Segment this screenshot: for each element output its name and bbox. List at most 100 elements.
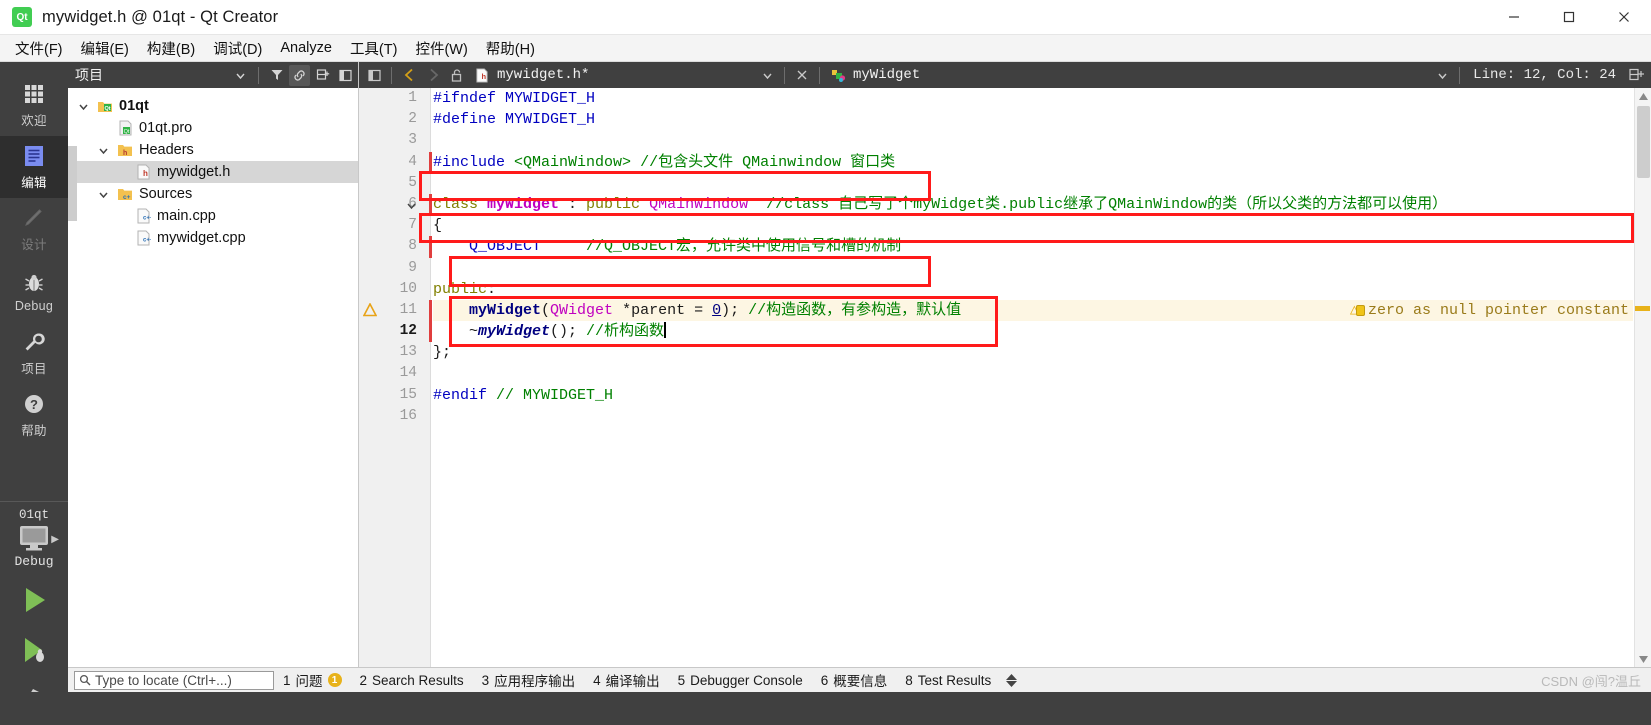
gutter-row[interactable]: 1	[359, 88, 1651, 109]
symbol-selector[interactable]: myWidget	[825, 66, 920, 84]
modified-line-marker	[429, 151, 432, 173]
toolbar-divider	[784, 66, 785, 84]
scrollbar-warning-marker[interactable]	[1635, 306, 1650, 311]
project-pane-scrollbar[interactable]	[68, 146, 77, 221]
minimize-icon[interactable]	[1486, 0, 1541, 34]
menu-file[interactable]: 文件(F)	[6, 35, 72, 62]
line-number: 14	[399, 365, 417, 382]
menu-help[interactable]: 帮助(H)	[477, 35, 544, 62]
gutter-row[interactable]: 2	[359, 109, 1651, 130]
menu-edit[interactable]: 编辑(E)	[72, 35, 138, 62]
gutter-row[interactable]: 7	[359, 215, 1651, 236]
locator-input[interactable]: Type to locate (Ctrl+...)	[74, 670, 274, 690]
fold-marker-icon[interactable]	[406, 198, 417, 216]
editor-symbol-name: myWidget	[853, 67, 921, 83]
tree-item-headers-folder[interactable]: h Headers	[68, 139, 358, 161]
menu-analyze[interactable]: Analyze	[271, 37, 341, 59]
menu-tools[interactable]: 工具(T)	[341, 35, 407, 62]
start-debugging-button[interactable]	[0, 625, 68, 675]
tree-item-pro-file[interactable]: Qt 01qt.pro	[68, 117, 358, 139]
show-sidebar-icon[interactable]	[362, 64, 386, 86]
tree-item-main-cpp[interactable]: c++ main.cpp	[68, 205, 358, 227]
gutter-row[interactable]: 4	[359, 151, 1651, 173]
svg-text:Qt: Qt	[123, 129, 129, 135]
gutter-row[interactable]: 5	[359, 173, 1651, 194]
tree-item-mywidget-h[interactable]: h mywidget.h	[68, 161, 358, 183]
back-arrow-icon[interactable]	[397, 64, 421, 86]
kit-selector[interactable]: 01qt ▶ Debug	[0, 508, 68, 575]
mode-welcome[interactable]: 欢迎	[0, 74, 68, 136]
scroll-down-arrow-icon[interactable]	[1635, 651, 1651, 667]
chevron-down-icon[interactable]	[1430, 64, 1454, 86]
scroll-up-arrow-icon[interactable]	[1635, 88, 1651, 104]
tree-item-sources-folder[interactable]: c+ Sources	[68, 183, 358, 205]
qt-creator-window: mywidget.h @ 01qt - Qt Creator 文件(F) 编辑(…	[0, 0, 1651, 725]
inline-warning-text: △ zero as null pointer constant	[1349, 302, 1629, 319]
chevron-down-icon[interactable]	[76, 101, 91, 112]
menu-build[interactable]: 构建(B)	[138, 35, 204, 62]
line-number: 7	[408, 217, 417, 234]
folder-h-icon: h	[116, 141, 134, 159]
pane-number: 1	[283, 672, 291, 688]
menu-debug[interactable]: 调试(D)	[204, 35, 271, 62]
mode-design-label: 设计	[21, 238, 47, 252]
code-lines[interactable]: 1 2 3 4 5 6 7 8 9 10 11 12 13 14 15 16	[359, 88, 1651, 667]
hide-sidebar-icon[interactable]	[335, 65, 356, 86]
close-x-icon[interactable]	[790, 64, 814, 86]
link-icon[interactable]	[289, 64, 310, 86]
warning-bulb-icon[interactable]	[1356, 305, 1365, 316]
chevron-down-icon[interactable]	[230, 65, 251, 86]
mode-edit[interactable]: 编辑	[0, 136, 68, 198]
unlocked-icon[interactable]	[445, 64, 469, 86]
project-tree[interactable]: Qt 01qt Qt 01qt.pro h Headers h mywidget…	[68, 88, 358, 667]
locator-placeholder: Type to locate (Ctrl+...)	[95, 672, 232, 688]
gutter-row[interactable]: 9	[359, 258, 1651, 279]
output-pane-application-output[interactable]: 3 应用程序输出	[473, 669, 585, 692]
chevron-down-icon[interactable]	[755, 64, 779, 86]
run-button[interactable]	[0, 575, 68, 625]
chevron-down-icon[interactable]	[96, 145, 111, 156]
svg-text:c++: c++	[143, 216, 151, 222]
gutter-row[interactable]: 10	[359, 279, 1651, 300]
gutter-row[interactable]: 13	[359, 342, 1651, 363]
line-number: 3	[408, 132, 417, 149]
mode-projects[interactable]: 项目	[0, 322, 68, 384]
gutter-row[interactable]: 16	[359, 406, 1651, 427]
chevron-down-icon[interactable]	[96, 189, 111, 200]
pane-label: 编译输出	[605, 674, 660, 689]
warning-triangle-icon[interactable]	[362, 302, 378, 317]
open-document-selector[interactable]: h mywidget.h*	[469, 66, 755, 84]
gutter-row[interactable]: 6	[359, 193, 1651, 216]
up-down-arrows-icon[interactable]	[1000, 673, 1023, 687]
project-pane-title: 项目	[75, 67, 103, 83]
split-editor-icon[interactable]	[1624, 64, 1648, 86]
collapse-all-icon[interactable]	[312, 65, 333, 86]
line-column-indicator[interactable]: Line: 12, Col: 24	[1465, 67, 1624, 83]
maximize-icon[interactable]	[1541, 0, 1596, 34]
pane-number: 5	[677, 672, 686, 688]
gutter-row[interactable]: 3	[359, 130, 1651, 151]
tree-item-mywidget-cpp[interactable]: c++ mywidget.cpp	[68, 227, 358, 249]
gutter-row[interactable]: 12	[359, 321, 1651, 343]
code-editor[interactable]: 1 2 3 4 5 6 7 8 9 10 11 12 13 14 15 16 △ zero as null p…	[359, 88, 1651, 667]
menu-widgets[interactable]: 控件(W)	[406, 35, 476, 62]
output-pane-search-results[interactable]: 2 Search Results	[351, 669, 473, 692]
output-pane-compile-output[interactable]: 4 编译输出	[584, 669, 669, 692]
close-icon[interactable]	[1596, 0, 1651, 34]
gutter-row[interactable]: 15	[359, 385, 1651, 406]
output-pane-general-messages[interactable]: 6 概要信息	[812, 669, 897, 692]
filter-icon[interactable]	[266, 65, 287, 86]
tree-item-label: 01qt.pro	[139, 120, 193, 136]
editor-vertical-scrollbar[interactable]	[1634, 88, 1651, 667]
tree-item-project[interactable]: Qt 01qt	[68, 95, 358, 117]
mode-debug[interactable]: Debug	[0, 260, 68, 322]
toolbar-divider	[819, 66, 820, 84]
scrollbar-thumb[interactable]	[1637, 106, 1650, 178]
output-pane-issues[interactable]: 1 问题 1	[274, 669, 351, 692]
output-pane-test-results[interactable]: 8 Test Results	[896, 669, 1000, 692]
output-pane-debugger-console[interactable]: 5 Debugger Console	[669, 669, 812, 692]
gutter-row[interactable]: 14	[359, 363, 1651, 384]
mode-help[interactable]: ? 帮助	[0, 384, 68, 446]
gutter-row[interactable]: 8	[359, 236, 1651, 258]
menu-bar: 文件(F) 编辑(E) 构建(B) 调试(D) Analyze 工具(T) 控件…	[0, 35, 1651, 62]
